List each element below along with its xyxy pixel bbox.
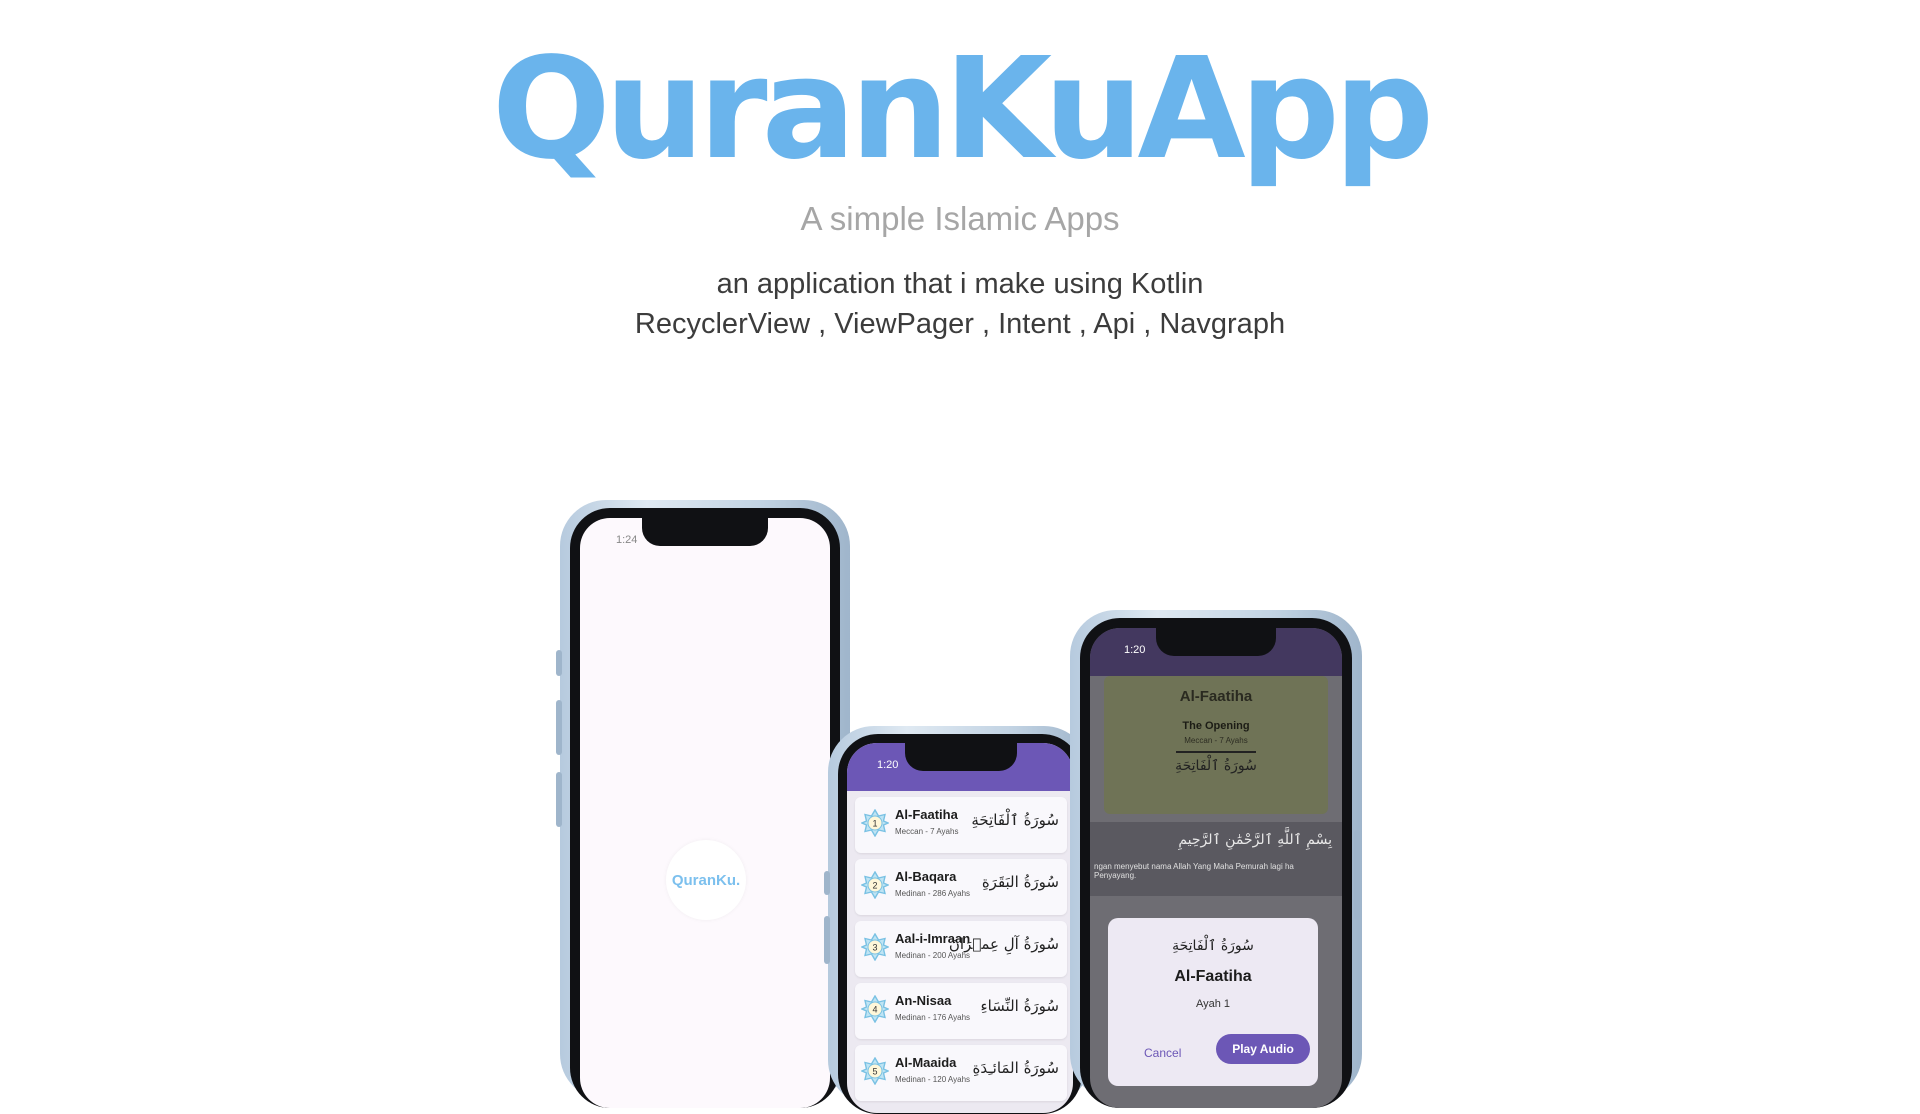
app-logo: QuranKu.: [666, 840, 746, 920]
surah-arabic: سُورَةُ ٱلْفَاتِحَةِ: [1175, 758, 1257, 774]
surah-number-badge-icon: 4: [861, 995, 889, 1023]
power-button: [1354, 830, 1360, 920]
phone-notch: [905, 743, 1017, 771]
surah-number: 3: [872, 943, 877, 953]
dialog-ayah: Ayah 1: [1195, 998, 1231, 1010]
surah-list-screen: 1:20 1 Al-Faatiha Meccan - 7 Ayahs سُورَةُ …: [847, 743, 1073, 1113]
surah-list-item[interactable]: 4 An-Nisaa Medinan - 176 Ayahs سُورَةُ النِ…: [855, 983, 1067, 1039]
app-subtitle: A simple Islamic Apps: [800, 200, 1120, 237]
surah-name: Al-Faatiha: [1179, 688, 1253, 705]
surah-arabic: سُورَةُ آلِ عِمۡرَانَ: [948, 935, 1059, 953]
surah-translation: The Opening: [1182, 720, 1250, 732]
surah-number: 4: [872, 1005, 877, 1015]
surah-arabic: سُورَةُ البَقَرَةِ: [981, 873, 1059, 891]
surah-number: 1: [872, 819, 877, 829]
phone-bezel: 1:20 1 Al-Faatiha Meccan - 7 Ayahs سُورَةُ …: [838, 734, 1082, 1114]
surah-number-badge-icon: 5: [861, 1057, 889, 1085]
play-audio-dialog: سُورَةُ ٱلْفَاتِحَةِ Al-Faatiha Ayah 1 C…: [1108, 918, 1318, 1086]
status-time: 1:24: [616, 534, 638, 546]
app-title: QuranKuApp: [491, 28, 1434, 191]
surah-list-item[interactable]: 5 Al-Maaida Medinan - 120 Ayahs سُورَةُ الم…: [855, 1045, 1067, 1101]
surah-meta: Meccan - 7 Ayahs: [895, 827, 959, 836]
volume-down-button: [824, 916, 830, 964]
surah-number: 2: [872, 881, 877, 891]
description-line-2: RecyclerView , ViewPager , Intent , Api …: [634, 308, 1286, 340]
surah-name: Al-Faatiha: [895, 807, 958, 822]
surah-meta: Medinan - 286 Ayahs: [895, 889, 971, 898]
cancel-button[interactable]: Cancel: [1144, 1046, 1181, 1060]
verse-card: بِسْمِ ٱللَّهِ ٱلرَّحْمَٰنِ ٱلرَّحِيمِ n…: [1090, 822, 1342, 896]
mute-switch: [556, 650, 562, 676]
surah-list-item[interactable]: 3 Aal-i-Imraan Medinan - 200 Ayahs سُورَةُ …: [855, 921, 1067, 977]
surah-number-badge-icon: 2: [861, 871, 889, 899]
surah-name: An-Nisaa: [895, 993, 952, 1008]
phone-notch: [642, 518, 768, 546]
phone-splash: 1:24 QuranKu.: [556, 500, 850, 1108]
phone-bezel: 1:20 Al-Faatiha The Opening Meccan - 7 A…: [1080, 618, 1352, 1108]
phone-surah-list: 1:20 1 Al-Faatiha Meccan - 7 Ayahs سُورَةُ …: [824, 726, 1090, 1114]
status-time: 1:20: [1124, 644, 1146, 656]
surah-list-item[interactable]: 2 Al-Baqara Medinan - 286 Ayahs سُورَةُ الب…: [855, 859, 1067, 915]
divider: [1176, 751, 1256, 753]
surah-meta: Medinan - 176 Ayahs: [895, 1013, 971, 1022]
dialog-arabic: سُورَةُ ٱلْفَاتِحَةِ: [1172, 938, 1254, 954]
surah-number-badge-icon: 3: [861, 933, 889, 961]
surah-name: Al-Baqara: [895, 869, 957, 884]
surah-list-item[interactable]: 1 Al-Faatiha Meccan - 7 Ayahs سُورَةُ ٱلْفَ…: [855, 797, 1067, 853]
splash-screen: 1:24 QuranKu.: [580, 518, 830, 1108]
surah-meta: Meccan - 7 Ayahs: [1184, 736, 1248, 745]
phone-bezel: 1:24 QuranKu.: [570, 508, 840, 1108]
description-line-1: an application that i make using Kotlin: [716, 268, 1204, 300]
surah-number: 5: [872, 1067, 877, 1077]
volume-up-button: [824, 871, 830, 895]
surah-name: Al-Maaida: [895, 1055, 957, 1070]
dialog-title: Al-Faatiha: [1174, 968, 1252, 985]
play-audio-button[interactable]: Play Audio: [1216, 1034, 1310, 1064]
verse-translation: ngan menyebut nama Allah Yang Maha Pemur…: [1094, 862, 1294, 880]
phone-notch: [1156, 628, 1276, 656]
surah-number-badge-icon: 1: [861, 809, 889, 837]
surah-arabic: سُورَةُ النِّسَاءِ: [980, 997, 1059, 1015]
surah-arabic: سُورَةُ المَائـِدَةِ: [972, 1059, 1059, 1077]
volume-down-button: [556, 772, 562, 827]
surah-detail-screen: 1:20 Al-Faatiha The Opening Meccan - 7 A…: [1090, 628, 1342, 1108]
verse-arabic: بِسْمِ ٱللَّهِ ٱلرَّحْمَٰنِ ٱلرَّحِيمِ: [1178, 832, 1332, 848]
surah-arabic: سُورَةُ ٱلْفَاتِحَةِ: [971, 811, 1059, 829]
surah-header-card: Al-Faatiha The Opening Meccan - 7 Ayahs …: [1104, 676, 1328, 814]
phone-surah-detail: 1:20 Al-Faatiha The Opening Meccan - 7 A…: [1070, 610, 1362, 1108]
volume-up-button: [556, 700, 562, 755]
status-time: 1:20: [877, 759, 899, 771]
